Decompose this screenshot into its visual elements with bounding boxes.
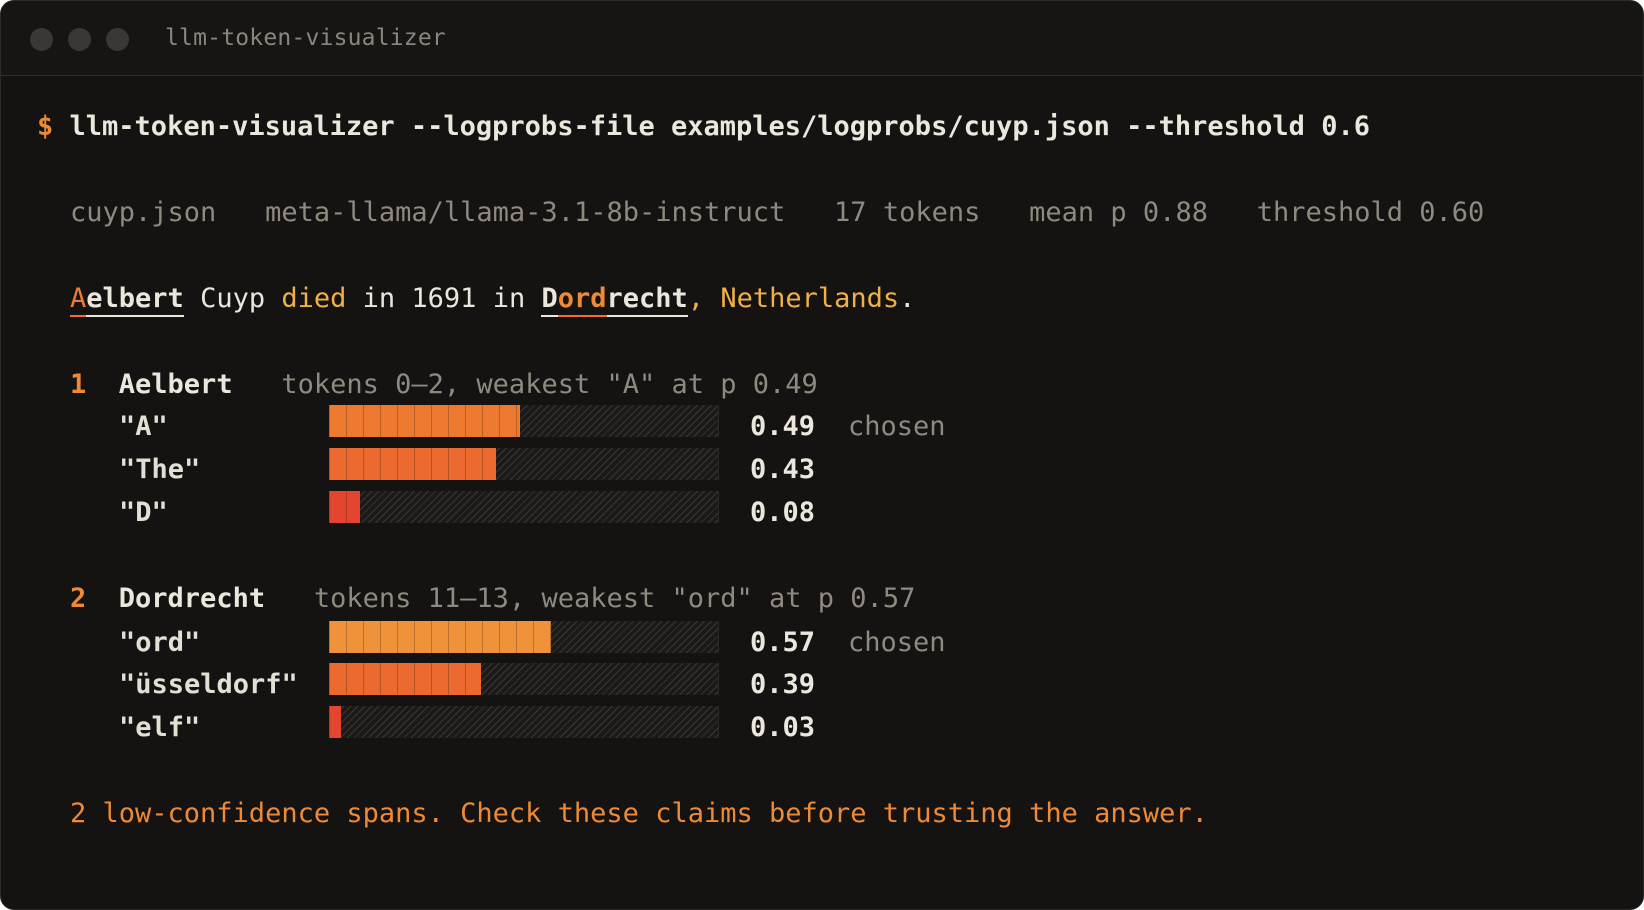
probability-bar [329,706,719,738]
chosen-label: chosen [848,411,946,442]
span-index: 1 [70,369,87,400]
window-title: llm-token-visualizer [165,25,446,51]
probability-bar-fill [329,448,497,480]
candidate-token: "üsseldorf" [119,669,298,700]
summary-line: cuyp.json meta-llama/llama-3.1-8b-instru… [70,195,1484,231]
probability-bar-fill [329,491,361,523]
probability-bar [329,663,719,695]
span-word: Aelbert [118,369,233,400]
probability-bar-fill [329,621,551,653]
token-uncertain[interactable]: died [281,283,346,314]
maximize-window-button[interactable] [106,28,129,51]
minimize-window-button[interactable] [68,28,91,51]
probability-value: 0.08 [750,497,816,528]
span-index: 2 [70,583,87,614]
candidate-token: "ord" [119,627,201,658]
terminal-window: llm-token-visualizer $ llm-token-visuali… [0,0,1644,910]
probability-value: 0.49 [750,411,816,442]
answer-sentence: Aelbert Cuyp died in 1691 in Dordrecht, … [70,281,915,317]
token-span[interactable]: recht [606,283,688,317]
probability-bar [329,621,719,653]
token-span[interactable]: D [541,283,558,317]
probability-bar-fill [329,706,341,738]
probability-bar-fill [329,663,481,695]
candidate-token: "elf" [119,712,201,743]
token-text: . [899,283,916,314]
probability-bar [329,448,719,480]
span-word: Dordrecht [118,583,266,614]
summary-file: cuyp.json [70,197,217,228]
token-low[interactable]: ord [557,283,607,317]
summary-threshold: threshold 0.60 [1256,197,1485,228]
candidate-token: "The" [119,454,201,485]
close-window-button[interactable] [30,28,53,51]
candidate-token: "D" [119,497,168,528]
probability-value: 0.39 [750,669,816,700]
span-header: 2 Dordrecht tokens 11–13, weakest "ord" … [70,581,915,617]
title-bar: llm-token-visualizer [1,1,1643,76]
probability-value: 0.03 [750,712,816,743]
probability-bar [329,491,719,523]
token-low[interactable]: A [70,283,87,317]
token-uncertain: , [687,283,705,314]
token-text: in 1691 in [346,283,542,314]
summary-model: meta-llama/llama-3.1-8b-instruct [265,197,786,228]
token-text: Cuyp [183,283,282,314]
probability-bar-fill [329,405,520,437]
probability-value: 0.43 [750,454,816,485]
span-detail: tokens 11–13, weakest "ord" at p 0.57 [313,583,916,614]
shell-prompt: $ [37,111,54,142]
span-header: 1 Aelbert tokens 0–2, weakest "A" at p 0… [70,367,818,403]
summary-token-count: 17 tokens [834,197,981,228]
probability-value: 0.57 [750,627,816,658]
token-uncertain[interactable]: Netherlands [704,283,899,314]
span-detail: tokens 0–2, weakest "A" at p 0.49 [281,369,818,400]
low-confidence-warning: 2 low-confidence spans. Check these clai… [70,798,1208,829]
probability-bar [329,405,719,437]
candidate-token: "A" [119,411,168,442]
token-span[interactable]: elbert [86,283,184,317]
summary-mean-probability: mean p 0.88 [1029,197,1208,228]
command-line: $ llm-token-visualizer --logprobs-file e… [37,109,1370,145]
command-text: llm-token-visualizer --logprobs-file exa… [69,111,1370,142]
chosen-label: chosen [848,627,946,658]
